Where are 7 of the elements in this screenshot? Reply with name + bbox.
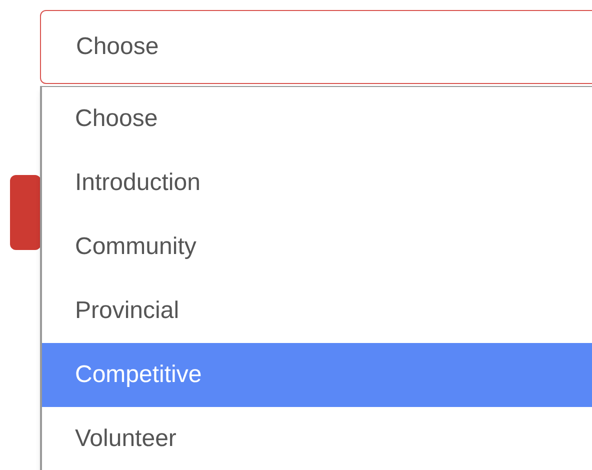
dropdown-option[interactable]: Choose (42, 87, 592, 151)
action-button[interactable] (10, 175, 41, 250)
select-field[interactable]: Choose (40, 10, 592, 84)
dropdown-option[interactable]: Community (42, 215, 592, 279)
dropdown-option[interactable]: Introduction (42, 151, 592, 215)
dropdown-option[interactable]: Volunteer (42, 407, 592, 470)
dropdown-option[interactable]: Provincial (42, 279, 592, 343)
